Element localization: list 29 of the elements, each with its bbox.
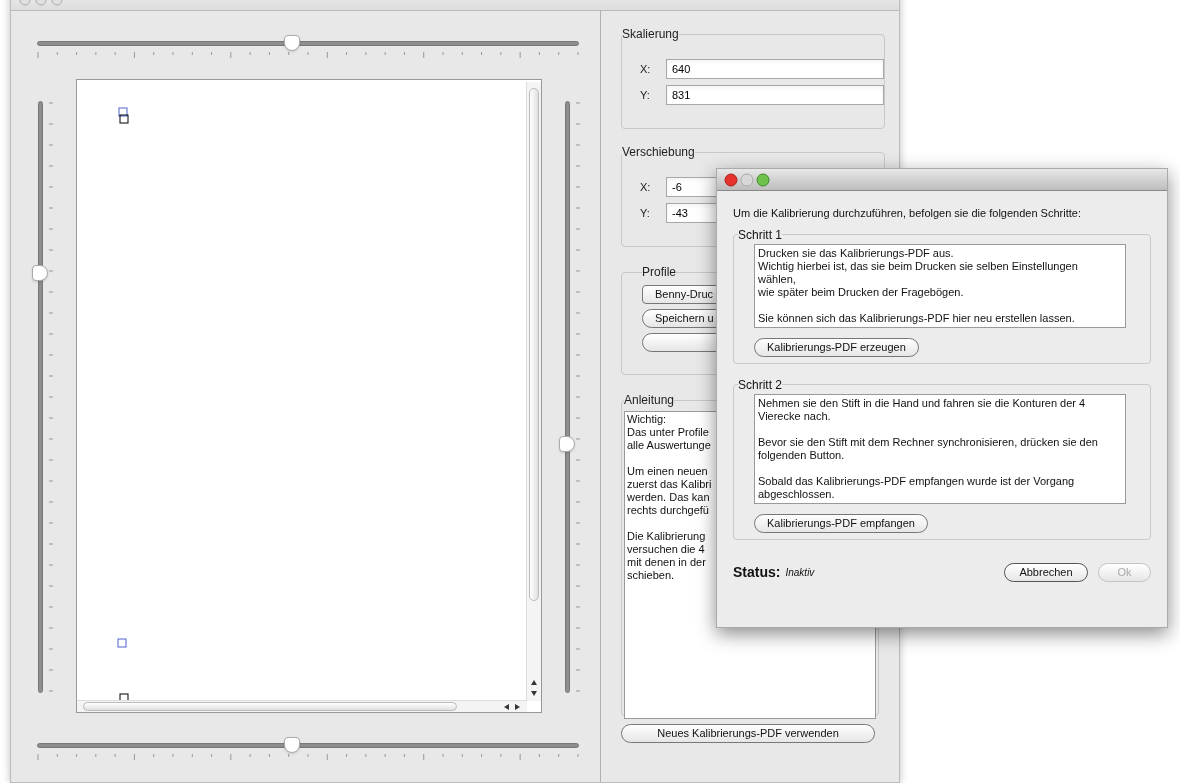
group-title: Anleitung (624, 392, 675, 409)
field-label: X: (640, 61, 652, 77)
paragraph: Sie können sich das Kalibrierungs-PDF hier neu erstellen lassen. (758, 311, 1076, 325)
field-label: Y: (640, 87, 651, 103)
field-label: X: (640, 179, 652, 195)
text-line: Um einen neuen (627, 465, 708, 478)
text-line: Wichtig: (627, 413, 667, 426)
text-line: rechts durchgefü (627, 504, 709, 517)
group-title: Profile (642, 264, 676, 281)
text-line: mit denen in der (627, 556, 706, 569)
paragraph: Drucken sie das Kalibrierungs-PDF aus. Wichtig hierbei ist, das sie beim Drucken sie selben Einstellungen wählen, wie später beim Drucken der Fragebögen. (758, 246, 1079, 299)
text-line: Das unter Profile (627, 426, 709, 439)
text-line: zuerst das Kalibri (627, 478, 712, 491)
status-label: Status: (733, 562, 781, 582)
paragraph: Sobald das Kalibrierungs-PDF empfangen wurde ist der Vorgang abgeschlossen. (758, 474, 1076, 501)
group-title: Skalierung (622, 26, 679, 43)
intro-text: Um die Kalibrierung durchzuführen, befolgen sie die folgenden Schritte: (733, 206, 1082, 221)
group-title: Verschiebung (622, 144, 695, 161)
text-line: schieben. (627, 569, 675, 582)
paragraph: Nehmen sie den Stift in die Hand und fahren sie die Konturen der 4 Vierecke nach. (758, 396, 1087, 423)
text-line: werden. Das kan (627, 491, 710, 504)
text-line: versuchen die 4 (627, 543, 705, 556)
text-line: alle Auswertunge (627, 439, 711, 452)
group-title: Schritt 1 (738, 226, 782, 244)
paragraph: Bevor sie den Stift mit dem Rechner synchronisieren, drücken sie den folgenden Button. (758, 435, 1099, 462)
status-value: Inaktiv (785, 565, 815, 580)
text-line: Die Kalibrierung (627, 530, 706, 543)
group-title: Schritt 2 (738, 376, 782, 394)
field-label: Y: (640, 205, 651, 221)
